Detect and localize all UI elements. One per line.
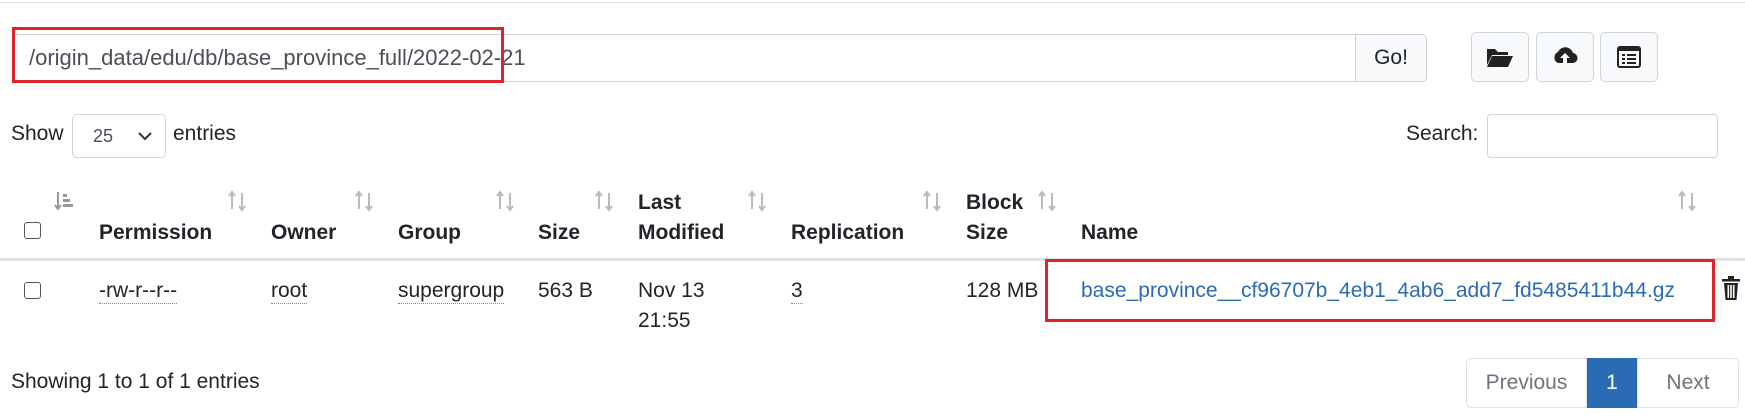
column-header-last-modified-line2: Modified <box>638 221 725 244</box>
column-header-owner[interactable]: Owner <box>271 218 336 248</box>
owner-cell[interactable]: root <box>271 276 308 306</box>
sort-icon[interactable] <box>921 190 943 212</box>
sort-icon[interactable] <box>353 190 375 212</box>
search-input[interactable] <box>1487 114 1718 158</box>
sort-icon[interactable] <box>1036 190 1058 212</box>
size-value: 563 B <box>538 279 593 302</box>
entries-label: entries <box>173 122 237 145</box>
path-highlight-box <box>12 27 504 83</box>
row-checkbox[interactable] <box>24 282 41 299</box>
column-header-replication[interactable]: Replication <box>791 218 904 248</box>
column-header-permission[interactable]: Permission <box>99 218 212 248</box>
folder-open-icon <box>1487 49 1513 67</box>
column-header-group[interactable]: Group <box>398 218 461 248</box>
permission-cell[interactable]: -rw-r--r-- <box>99 276 178 306</box>
cloud-upload-icon <box>1554 47 1578 64</box>
top-divider <box>0 2 1745 3</box>
sort-icon[interactable] <box>1676 190 1698 212</box>
sort-ascending-icon[interactable] <box>54 190 76 212</box>
column-header-last-modified-line1: Last <box>638 191 682 214</box>
column-header-name[interactable]: Name <box>1081 218 1138 248</box>
column-header-block-size-line2: Size <box>966 221 1009 244</box>
replication-value[interactable]: 3 <box>791 279 803 304</box>
column-header-block-size[interactable]: Block Size <box>966 188 1023 248</box>
go-button[interactable]: Go! <box>1355 34 1427 82</box>
last-modified-value: Nov 13 21:55 <box>638 276 705 336</box>
owner-value[interactable]: root <box>271 279 308 304</box>
column-header-block-size-line1: Block <box>966 191 1024 214</box>
create-directory-button[interactable] <box>1471 32 1529 82</box>
permission-value[interactable]: -rw-r--r-- <box>99 279 178 304</box>
sort-icon[interactable] <box>746 190 768 212</box>
replication-cell[interactable]: 3 <box>791 276 803 306</box>
list-alt-icon <box>1617 46 1641 68</box>
entries-selected-value: 25 <box>93 126 114 146</box>
column-header-size[interactable]: Size <box>538 218 580 248</box>
search-label: Search: <box>1406 122 1479 145</box>
last-modified-date: Nov 13 <box>638 279 705 302</box>
previous-page-button[interactable]: Previous <box>1466 358 1587 408</box>
group-cell[interactable]: supergroup <box>398 276 505 306</box>
chevron-down-icon <box>138 132 152 141</box>
sort-icon[interactable] <box>226 190 248 212</box>
upload-button[interactable] <box>1536 32 1594 82</box>
last-modified-time: 21:55 <box>638 309 691 332</box>
block-size-value: 128 MB <box>966 279 1039 302</box>
column-header-last-modified[interactable]: Last Modified <box>638 188 724 248</box>
trash-icon[interactable] <box>1721 274 1741 302</box>
cut-paste-button[interactable] <box>1600 32 1658 82</box>
group-value[interactable]: supergroup <box>398 279 505 304</box>
show-label: Show <box>11 122 64 145</box>
table-info: Showing 1 to 1 of 1 entries <box>11 370 260 393</box>
next-page-button[interactable]: Next <box>1637 358 1739 408</box>
file-name-highlight-box <box>1045 259 1715 322</box>
sort-icon[interactable] <box>494 190 516 212</box>
sort-icon[interactable] <box>593 190 615 212</box>
entries-per-page-select[interactable]: 25 <box>72 114 166 158</box>
page-1-button[interactable]: 1 <box>1587 358 1637 408</box>
select-all-checkbox[interactable] <box>24 222 41 239</box>
